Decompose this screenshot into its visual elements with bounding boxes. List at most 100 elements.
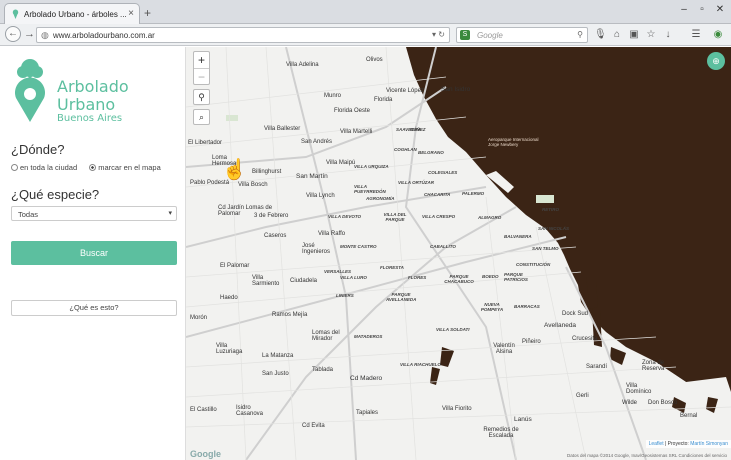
map-label: Villa Lynch — [306, 193, 335, 199]
search-map-icon[interactable]: ⌕ — [193, 109, 210, 125]
map-label: Caseros — [264, 233, 287, 239]
map-label: San Isidro — [441, 86, 471, 93]
map-label: La Matanza — [262, 353, 294, 359]
hood-label: VILLA DEL PARQUE — [383, 212, 407, 222]
map-label: Cd Jardín Lomas de Palomar — [218, 205, 273, 217]
menu-icon[interactable]: ☰ — [690, 29, 702, 40]
author-link[interactable]: Martín Simonyan — [690, 441, 728, 447]
map-label: El Libertador — [188, 140, 223, 146]
map-label: Haedo — [220, 295, 238, 301]
hood-label: AGRONOMÍA — [366, 196, 395, 201]
hood-label: MATADEROS — [354, 334, 383, 339]
map-label: Remedios de Escalada — [483, 427, 519, 439]
hood-label: PARQUE CHACABUCO — [444, 274, 474, 284]
map-label: Ciudadela — [290, 278, 318, 284]
close-window-icon[interactable]: ✕ — [712, 4, 728, 15]
map-label: Isidro Casanova — [236, 405, 264, 417]
hood-label: VILLA SOLDATI — [436, 327, 470, 332]
hood-label: NUEVA POMPEYA — [480, 302, 504, 312]
aeroparque-label: Aeroparque Internacional Jorge Newbery — [488, 137, 539, 147]
hand-cursor-icon: ☝ — [222, 159, 247, 181]
hood-label: VILLA RIACHUELO — [400, 362, 441, 367]
map-base-layer — [186, 47, 731, 460]
hood-label: PALERMO — [462, 191, 485, 196]
hood-label: VILLA PUEYRREDÓN — [354, 184, 386, 194]
map-label: Valentín Alsina — [493, 343, 515, 355]
map-label: Villa Bosch — [238, 182, 268, 188]
map-label: San Martín — [296, 173, 328, 180]
map[interactable]: Olivos Villa Adelina San Isidro Vicente … — [186, 47, 731, 460]
hood-label: NÚÑEZ — [410, 127, 426, 132]
browser-tab[interactable]: Arbolado Urbano - árboles ... × — [4, 3, 140, 24]
map-label-olivos: Olivos — [366, 57, 383, 63]
map-label: Wilde — [622, 400, 638, 406]
radio-mark-map[interactable]: marcar en el mapa — [89, 163, 161, 172]
forward-arrow-icon[interactable]: → — [24, 28, 35, 40]
tab-close-icon[interactable]: × — [128, 8, 134, 19]
attribution-separator: | Proyecto: — [663, 441, 691, 447]
microphone-icon[interactable]: 🎙 — [594, 29, 607, 40]
map-label: Villa Luzuriaga — [216, 343, 243, 355]
home-icon[interactable]: ⌂ — [611, 29, 623, 40]
hood-label: ALMAGRO — [478, 215, 502, 220]
radio-label: marcar en el mapa — [98, 163, 161, 172]
map-label: Lomas del Mirador — [312, 330, 340, 342]
hood-label: FLORESTA — [380, 265, 404, 270]
map-label: Don Bosco — [648, 400, 678, 406]
browser-titlebar: Arbolado Urbano - árboles ... × + – ▫ ✕ — [0, 0, 731, 24]
map-label: Vicente López — [386, 88, 424, 94]
about-button[interactable]: ¿Qué es esto? — [11, 300, 177, 316]
map-label: Tapiales — [356, 410, 379, 416]
search-icon[interactable]: ⚲ — [577, 30, 583, 39]
hood-label: LINIERS — [336, 293, 354, 298]
map-label: Villa Martelli — [340, 129, 373, 135]
map-label: Morón — [190, 315, 208, 321]
tree-badge-icon[interactable]: ⊕ — [707, 52, 725, 70]
hood-label: CABALLITO — [430, 244, 456, 249]
tree-pin-favicon-icon — [12, 9, 19, 19]
clipboard-icon[interactable]: ▣ — [628, 29, 640, 40]
search-engine-icon[interactable]: S — [460, 30, 470, 40]
map-attribution: Leaflet | Proyecto: Martín Simonyan — [645, 440, 731, 448]
map-label: Villa Fiorito — [442, 406, 472, 412]
radio-all-city[interactable]: en toda la ciudad — [11, 163, 77, 172]
search-placeholder: Google — [477, 31, 503, 40]
hood-label: SAN TELMO — [532, 246, 559, 251]
hood-label: VILLA URQUIZA — [354, 164, 389, 169]
download-icon[interactable]: ↓ — [662, 29, 674, 40]
reload-icon[interactable]: ▾ ↻ — [432, 30, 445, 39]
species-select[interactable]: Todas ▾ — [11, 206, 177, 221]
tree-pin-logo-icon — [15, 59, 46, 122]
map-label: Cd Evita — [302, 423, 325, 429]
brand-name-line2: Urbano — [57, 95, 116, 114]
maximize-icon[interactable]: ▫ — [694, 4, 710, 15]
leaflet-link[interactable]: Leaflet — [649, 441, 664, 447]
species-selected-value: Todas — [18, 210, 39, 219]
new-tab-button[interactable]: + — [144, 6, 151, 20]
map-label: Cd Madero — [350, 375, 383, 382]
hood-label: CONSTITUCIÓN — [516, 262, 551, 267]
search-bar[interactable]: S Google ⚲ — [456, 27, 588, 43]
globe-icon: ◍ — [41, 30, 49, 40]
map-label: Bernal — [680, 413, 698, 419]
back-arrow-icon[interactable]: ← — [5, 26, 21, 42]
radio-label: en toda la ciudad — [20, 163, 78, 172]
locate-pin-icon[interactable]: ⚲ — [193, 89, 210, 105]
address-bar[interactable]: ◍ www.arboladourbano.com.ar ▾ ↻ — [36, 27, 450, 43]
zoom-out-button[interactable]: − — [194, 68, 209, 84]
map-label: San Justo — [262, 371, 289, 377]
hood-label: COLEGIALES — [428, 170, 458, 175]
map-label: Piñeiro — [522, 339, 541, 345]
extension-icon[interactable]: ◉ — [712, 29, 724, 40]
radio-button[interactable] — [11, 164, 18, 171]
minimize-icon[interactable]: – — [676, 4, 692, 15]
map-label: Ramos Mejía — [272, 312, 308, 318]
zoom-in-button[interactable]: + — [194, 52, 209, 68]
tab-title: Arbolado Urbano - árboles ... — [24, 10, 127, 19]
radio-button-selected[interactable] — [89, 164, 97, 171]
map-label: Gerli — [576, 393, 589, 399]
map-data-credits[interactable]: Datos del mapa ©2014 Google, Inav/Geosis… — [567, 453, 727, 458]
bookmarks-icon[interactable]: ☆ — [645, 29, 657, 40]
search-button[interactable]: Buscar — [11, 241, 177, 265]
hood-label: RETIRO — [542, 207, 560, 212]
